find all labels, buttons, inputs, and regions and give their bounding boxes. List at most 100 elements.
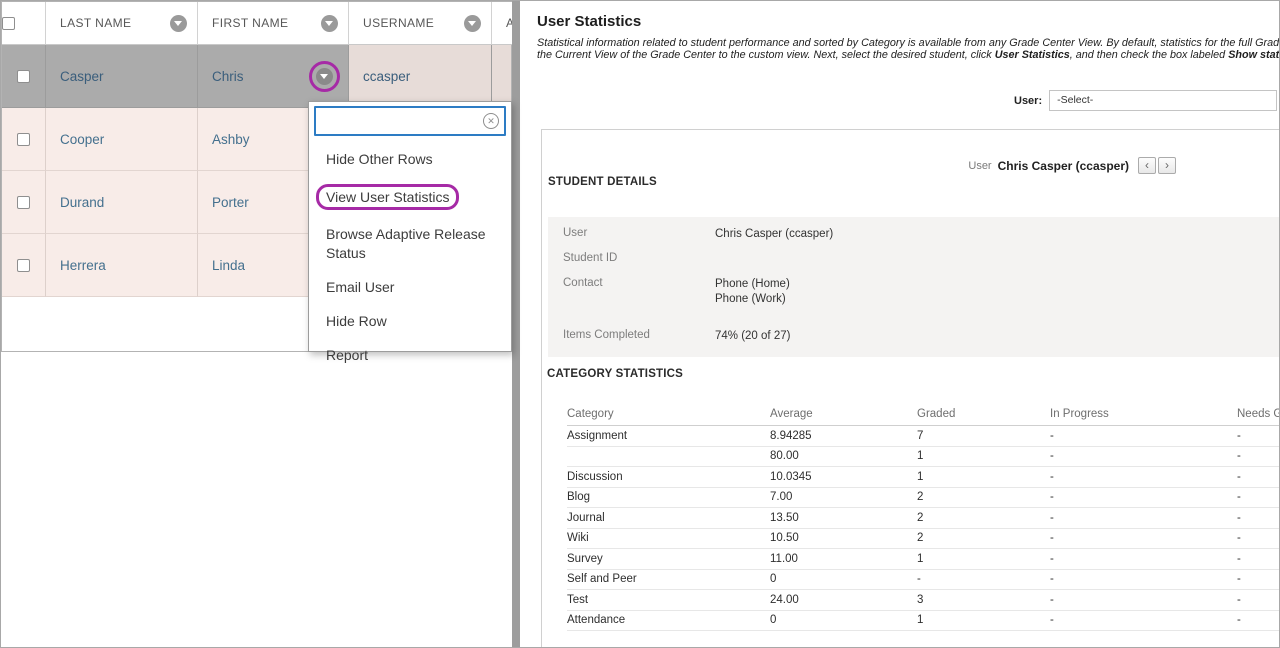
detail-row-user: User Chris Casper (ccasper): [563, 227, 1280, 242]
first-name-text: Ashby: [212, 132, 250, 147]
cell-first-name: Chris: [198, 45, 349, 108]
menu-item-email-user[interactable]: Email User: [326, 278, 497, 297]
cell-graded: 1: [917, 450, 1050, 462]
last-name-text: Durand: [60, 195, 104, 210]
menu-item-browse-adaptive-release-status[interactable]: Browse Adaptive Release Status: [326, 225, 497, 263]
screenshot-root: LAST NAME FIRST NAME USERNAME A: [0, 0, 1280, 648]
detail-value: Phone (Home) Phone (Work): [715, 277, 790, 307]
previous-user-button[interactable]: ‹: [1138, 157, 1156, 174]
context-menu-list: Hide Other Rows View User Statistics Bro…: [309, 150, 511, 365]
cell-needs-grading: -: [1237, 512, 1280, 524]
cell-average: 24.00: [770, 594, 917, 606]
cell-in-progress: -: [1050, 532, 1237, 544]
menu-item-view-user-statistics[interactable]: View User Statistics: [326, 184, 497, 210]
first-name-text: Porter: [212, 195, 249, 210]
cell-graded: 1: [917, 471, 1050, 483]
detail-label: User: [563, 227, 715, 242]
first-name-text: Chris: [212, 69, 244, 84]
row-checkbox-cell: [2, 234, 46, 297]
cell-needs-grading: -: [1237, 553, 1280, 565]
cell-graded: 7: [917, 430, 1050, 442]
cell-category: Blog: [567, 491, 770, 503]
column-header-label: USERNAME: [363, 16, 434, 30]
cell-graded: -: [917, 573, 1050, 585]
column-header-first-name[interactable]: FIRST NAME: [198, 2, 349, 45]
cell-partial: [492, 45, 511, 108]
column-header-username[interactable]: USERNAME: [349, 2, 492, 45]
category-statistics-table: Category Average Graded In Progress Need…: [567, 402, 1280, 631]
column-header-label: LAST NAME: [60, 16, 131, 30]
stats-row: Blog 7.00 2 - -: [567, 488, 1280, 509]
row-context-menu: ✕ Hide Other Rows View User Statistics B…: [308, 101, 512, 352]
cell-last-name: Casper: [46, 45, 198, 108]
next-user-button[interactable]: ›: [1158, 157, 1176, 174]
stats-row: Journal 13.50 2 - -: [567, 508, 1280, 529]
detail-row-items-completed: Items Completed 74% (20 of 27): [563, 329, 1280, 344]
annotation-highlight[interactable]: View User Statistics: [316, 184, 459, 210]
cell-needs-grading: -: [1237, 430, 1280, 442]
row-checkbox[interactable]: [17, 133, 30, 146]
row-checkbox-cell: [2, 171, 46, 234]
row-checkbox-cell: [2, 45, 46, 108]
cell-needs-grading: -: [1237, 471, 1280, 483]
detail-row-contact: Contact Phone (Home) Phone (Work): [563, 277, 1280, 307]
cell-graded: 1: [917, 553, 1050, 565]
col-category: Category: [567, 408, 770, 420]
cell-category: Assignment: [567, 430, 770, 442]
cell-average: 13.50: [770, 512, 917, 524]
user-statistics-pane: User Statistics Statistical information …: [520, 1, 1279, 648]
cell-in-progress: -: [1050, 573, 1237, 585]
cell-in-progress: -: [1050, 594, 1237, 606]
cell-category: Wiki: [567, 532, 770, 544]
cell-graded: 2: [917, 532, 1050, 544]
row-checkbox[interactable]: [17, 259, 30, 272]
cell-needs-grading: -: [1237, 594, 1280, 606]
stats-row: Assignment 8.94285 7 - -: [567, 426, 1280, 447]
cell-needs-grading: -: [1237, 450, 1280, 462]
menu-search-input[interactable]: [314, 106, 506, 136]
username-text: ccasper: [363, 69, 410, 84]
menu-item-report[interactable]: Report: [326, 346, 497, 365]
select-all-checkbox[interactable]: [2, 17, 15, 30]
chevron-down-icon[interactable]: [170, 15, 187, 32]
cell-in-progress: -: [1050, 430, 1237, 442]
cell-average: 80.00: [770, 450, 917, 462]
clear-search-icon[interactable]: ✕: [483, 113, 499, 129]
column-header-last-name[interactable]: LAST NAME: [46, 2, 198, 45]
detail-label: Student ID: [563, 252, 715, 264]
stats-row: Self and Peer 0 - - -: [567, 570, 1280, 591]
row-checkbox[interactable]: [17, 196, 30, 209]
user-filter-label: User:: [1014, 95, 1042, 107]
table-row-casper[interactable]: Casper Chris ccasper: [2, 45, 511, 108]
student-details-heading: STUDENT DETAILS: [548, 176, 657, 188]
cell-last-name: Cooper: [46, 108, 198, 171]
row-options-chevron-icon[interactable]: [316, 68, 333, 85]
col-average: Average: [770, 408, 917, 420]
detail-label: Items Completed: [563, 329, 715, 344]
stats-row: Wiki 10.50 2 - -: [567, 529, 1280, 550]
last-name-text: Cooper: [60, 132, 104, 147]
statistics-card: User Chris Casper (ccasper) ‹ › STUDENT …: [541, 129, 1280, 648]
detail-label: Contact: [563, 277, 715, 307]
stats-row: 80.00 1 - -: [567, 447, 1280, 468]
user-navigation: User Chris Casper (ccasper) ‹ ›: [542, 157, 1176, 174]
stats-row: Attendance 0 1 - -: [567, 611, 1280, 632]
detail-row-student-id: Student ID: [563, 252, 1280, 264]
stats-row: Test 24.00 3 - -: [567, 590, 1280, 611]
cell-average: 0: [770, 614, 917, 626]
cell-username: ccasper: [349, 45, 492, 108]
chevron-down-icon[interactable]: [321, 15, 338, 32]
cell-in-progress: -: [1050, 491, 1237, 503]
row-checkbox-cell: [2, 108, 46, 171]
chevron-down-icon[interactable]: [464, 15, 481, 32]
stats-row: Survey 11.00 1 - -: [567, 549, 1280, 570]
menu-item-hide-other-rows[interactable]: Hide Other Rows: [326, 150, 497, 169]
menu-item-hide-row[interactable]: Hide Row: [326, 312, 497, 331]
description-line-1: Statistical information related to stude…: [537, 37, 1279, 49]
cell-average: 7.00: [770, 491, 917, 503]
cell-graded: 3: [917, 594, 1050, 606]
user-filter-row: User: -Select-: [1014, 90, 1277, 111]
cell-category: Survey: [567, 553, 770, 565]
user-select-dropdown[interactable]: -Select-: [1049, 90, 1277, 111]
row-checkbox[interactable]: [17, 70, 30, 83]
